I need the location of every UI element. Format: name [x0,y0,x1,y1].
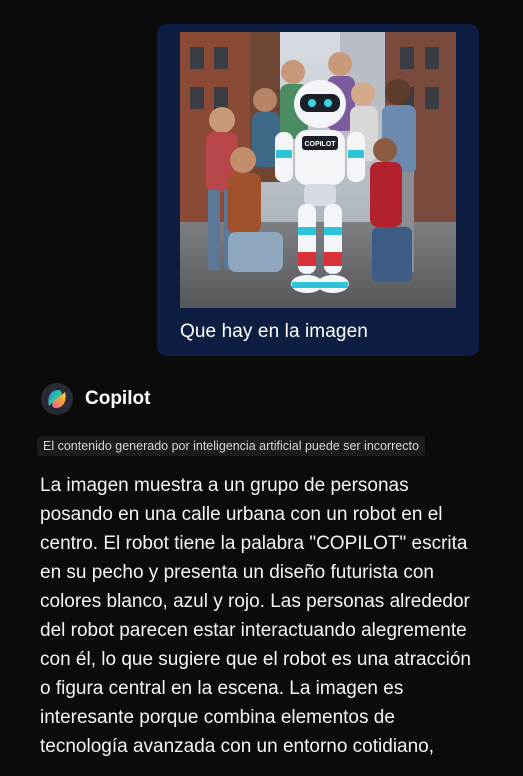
assistant-name: Copilot [85,388,151,409]
chat-page: COPILOT Que hay en la imagen Copilot El … [0,0,523,776]
robot-chest-label: COPILOT [304,141,336,148]
attached-image[interactable]: COPILOT [180,32,456,308]
response-line: interesante porque combina elementos de [40,707,395,728]
user-message-text: Que hay en la imagen [180,321,368,342]
response-line: tecnología avanzada con un entorno cotid… [40,736,435,757]
response-line: o figura central en la escena. La imagen… [40,678,404,699]
response-line: con él, lo que sugiere que el robot es u… [40,649,471,670]
response-line: posando en una calle urbana con un robot… [40,504,443,525]
assistant-header: Copilot [40,382,150,416]
response-line: colores blanco, azul y rojo. Las persona… [40,591,470,612]
assistant-response: La imagen muestra a un grupo de personas… [40,471,500,761]
response-line: centro. El robot tiene la palabra "COPIL… [40,533,468,554]
response-line: del robot parecen estar interactuando al… [40,620,467,641]
ai-disclaimer-badge: El contenido generado por inteligencia a… [37,436,425,456]
user-message-bubble: COPILOT Que hay en la imagen [157,24,479,356]
response-line: La imagen muestra a un grupo de personas [40,475,409,496]
copilot-logo-icon [41,383,73,415]
response-line: en su pecho y presenta un diseño futuris… [40,562,434,583]
